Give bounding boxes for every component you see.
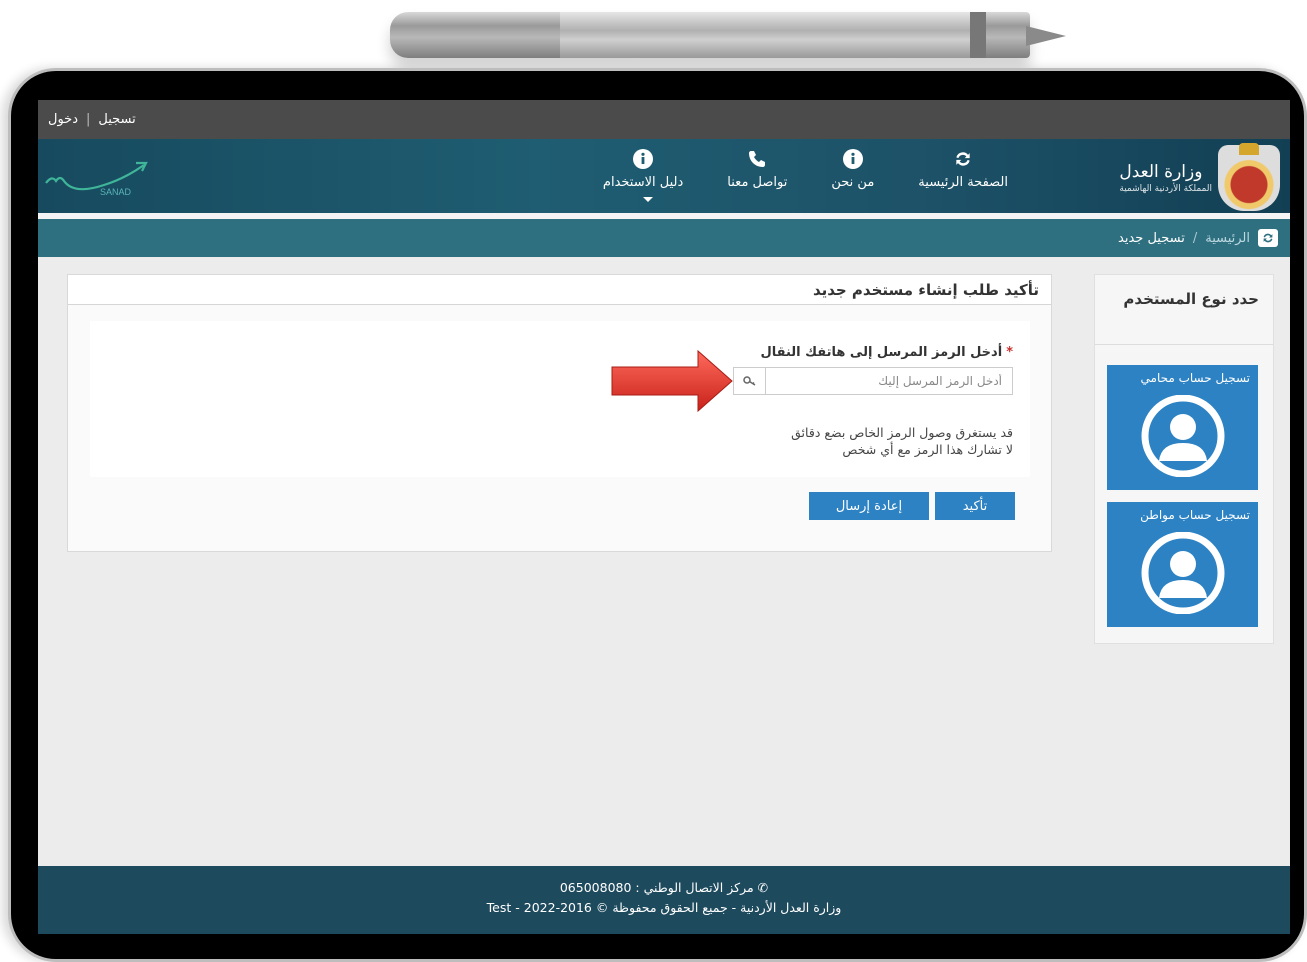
login-link[interactable]: دخول — [48, 112, 78, 127]
site-footer: ✆ مركز الاتصال الوطني : 065008080 وزارة … — [38, 866, 1290, 934]
chevron-down-icon — [643, 197, 654, 202]
sanad-logo[interactable] — [44, 159, 154, 203]
hint-line-1: قد يستغرق وصول الرمز الخاص بضع دقائق — [791, 425, 1013, 440]
code-input-group — [733, 367, 1013, 395]
top-login-bar: دخول | تسجيل — [38, 100, 1290, 139]
footer-copyright: وزارة العدل الأردنية - جميع الحقوق محفوظ… — [486, 900, 842, 915]
footer-contact: ✆ مركز الاتصال الوطني : 065008080 — [38, 878, 1290, 898]
nav-contact[interactable]: تواصل معنا — [705, 149, 809, 190]
topbar-separator: | — [86, 112, 91, 127]
code-hint: قد يستغرق وصول الرمز الخاص بضع دقائق لا … — [791, 425, 1013, 459]
breadcrumb-current: تسجيل جديد — [1118, 230, 1185, 246]
phone-icon — [747, 149, 767, 169]
red-arrow-icon — [611, 349, 733, 413]
required-mark: * — [1006, 345, 1013, 360]
ministry-logo[interactable]: وزارة العدل المملكة الأردنية الهاشمية — [1119, 143, 1280, 211]
info-icon — [633, 149, 654, 169]
refresh-icon[interactable] — [1258, 229, 1278, 247]
main-nav: الصفحة الرئيسية من نحن تواصل معنا دليل ا… — [581, 149, 1030, 202]
panel-title: تأكيد طلب إنشاء مستخدم جديد — [68, 275, 1051, 305]
footer-contact-text: مركز الاتصال الوطني : 065008080 — [559, 880, 754, 895]
user-avatar-icon — [1141, 395, 1225, 477]
app-screen: دخول | تسجيل وزارة العدل المملكة الأردني… — [38, 100, 1290, 934]
register-lawyer-label: تسجيل حساب محامي — [1140, 371, 1250, 385]
info-icon — [842, 149, 863, 169]
site-header: وزارة العدل المملكة الأردنية الهاشمية ال… — [38, 139, 1290, 219]
stylus-pen-band — [560, 12, 970, 58]
phone-icon: ✆ — [753, 880, 769, 895]
hint-line-2: لا تشارك هذا الرمز مع أي شخص — [842, 441, 1013, 457]
stylus-pen-cap — [970, 12, 986, 58]
nav-about[interactable]: من نحن — [809, 149, 896, 190]
confirm-registration-panel: تأكيد طلب إنشاء مستخدم جديد *أدخل الرمز … — [67, 274, 1052, 552]
nav-about-label: من نحن — [831, 175, 875, 190]
user-type-sidebar: حدد نوع المستخدم تسجيل حساب محامي تسجيل … — [1094, 274, 1274, 644]
jordan-crest-icon — [1218, 143, 1280, 211]
breadcrumb-home-link[interactable]: الرئيسية — [1205, 231, 1250, 246]
ministry-logo-title: وزارة العدل — [1119, 162, 1203, 182]
breadcrumb-separator: / — [1192, 230, 1198, 246]
register-link[interactable]: تسجيل — [98, 112, 135, 127]
register-lawyer-card[interactable]: تسجيل حساب محامي — [1107, 365, 1258, 490]
user-avatar-icon — [1141, 532, 1225, 614]
code-field-label: *أدخل الرمز المرسل إلى هاتفك النقال — [760, 345, 1013, 360]
code-field-label-text: أدخل الرمز المرسل إلى هاتفك النقال — [760, 345, 1003, 360]
sanad-logo-label: SANAD — [100, 187, 132, 197]
register-citizen-card[interactable]: تسجيل حساب مواطن — [1107, 502, 1258, 627]
key-icon — [734, 368, 766, 394]
nav-home-label: الصفحة الرئيسية — [918, 175, 1008, 190]
ministry-logo-text: وزارة العدل المملكة الأردنية الهاشمية — [1119, 162, 1212, 194]
sidebar-title: حدد نوع المستخدم — [1095, 275, 1273, 345]
confirm-button[interactable]: تأكيد — [935, 492, 1015, 520]
refresh-icon — [953, 149, 973, 169]
panel-body: *أدخل الرمز المرسل إلى هاتفك النقال قد ي… — [90, 321, 1030, 477]
nav-contact-label: تواصل معنا — [727, 175, 788, 190]
register-citizen-label: تسجيل حساب مواطن — [1140, 508, 1250, 522]
breadcrumb: الرئيسية / تسجيل جديد — [38, 219, 1290, 257]
panel-actions: تأكيد إعادة إرسال — [809, 492, 1015, 520]
nav-user-guide[interactable]: دليل الاستخدام — [581, 149, 705, 202]
resend-button[interactable]: إعادة إرسال — [809, 492, 929, 520]
ministry-logo-subtitle: المملكة الأردنية الهاشمية — [1119, 184, 1212, 194]
verification-code-input[interactable] — [766, 368, 1012, 394]
nav-home[interactable]: الصفحة الرئيسية — [896, 149, 1030, 190]
nav-user-guide-label: دليل الاستخدام — [602, 175, 684, 190]
